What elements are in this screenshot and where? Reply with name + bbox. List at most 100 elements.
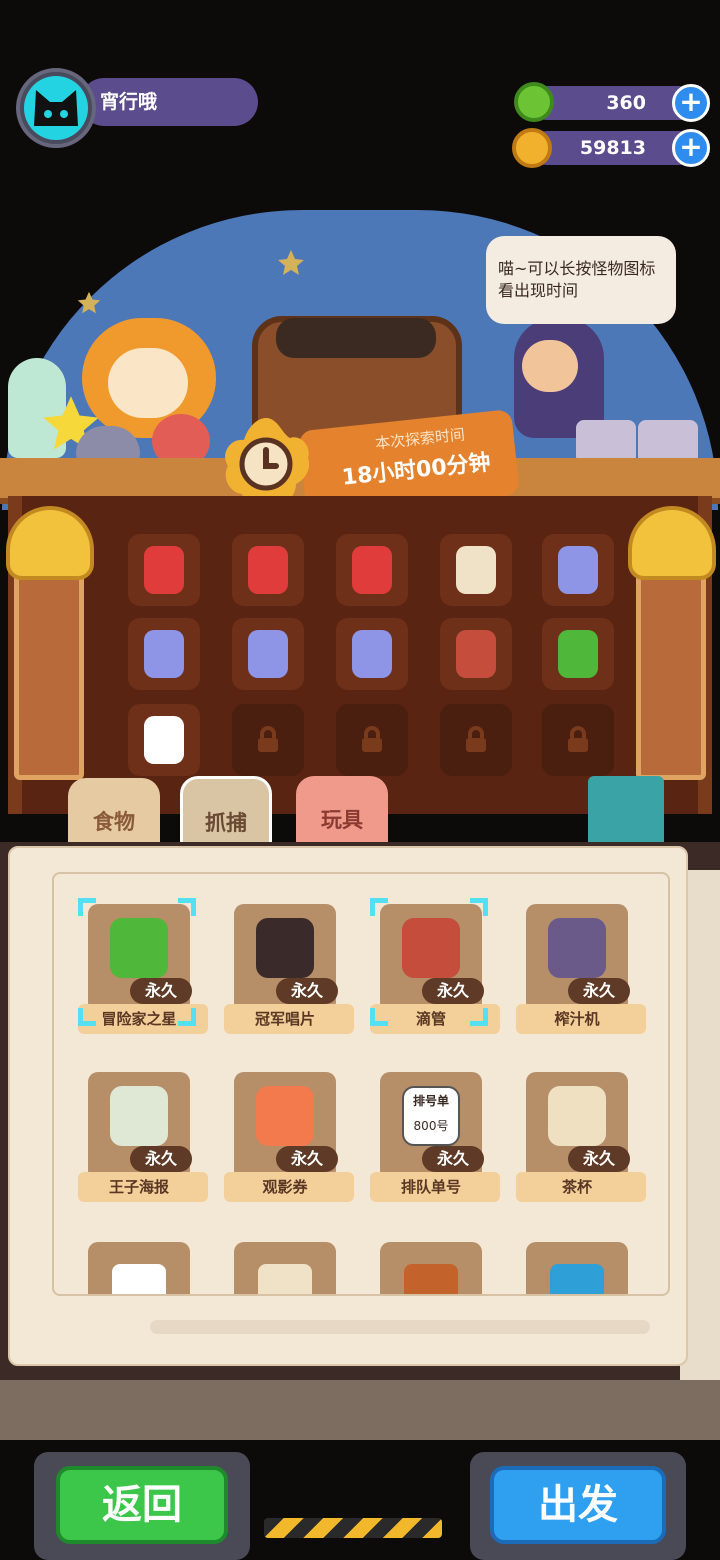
star-icon: [278, 250, 304, 275]
star-icon: [77, 291, 101, 314]
permanent-badge: 永久: [130, 1146, 192, 1172]
go-button-label: 出发: [538, 1482, 618, 1528]
player-name-text: 宵行哦: [100, 91, 158, 113]
item-card[interactable]: 永久 榨汁机: [516, 904, 646, 1034]
selection-corner: [370, 898, 388, 916]
selection-corner: [470, 898, 488, 916]
whale-toy-icon: [550, 1264, 604, 1294]
selection-corner: [78, 1008, 96, 1026]
fried-chicken-bucket-icon: [352, 546, 392, 594]
speech-bubble: 喵~可以长按怪物图标看出现时间: [486, 236, 676, 324]
tab-toys-label: 玩具: [321, 808, 363, 832]
backpack-slot[interactable]: [336, 534, 408, 606]
black-cat-face: [522, 340, 578, 392]
tab-food-label: 食物: [93, 810, 135, 834]
coin-count: 59813: [579, 137, 646, 159]
teacup-icon: [548, 1086, 606, 1146]
permanent-badge: 永久: [422, 1146, 484, 1172]
item-card-partial[interactable]: [88, 1242, 190, 1294]
item-card[interactable]: 永久 茶杯: [516, 1072, 646, 1202]
back-button-label: 返回: [102, 1482, 182, 1528]
page-footer-line: [150, 1320, 650, 1334]
book-base: [0, 1380, 720, 1440]
backpack-slot[interactable]: [440, 704, 512, 776]
adventurer-star-icon: [110, 918, 168, 978]
lock-icon: [232, 726, 304, 754]
movie-ticket-icon: [256, 1086, 314, 1146]
gem-count: 360: [606, 92, 646, 114]
ticket-note-icon: [258, 1264, 312, 1294]
green-gem-icon: [514, 82, 554, 122]
back-button[interactable]: 返回: [56, 1466, 228, 1544]
lion-cat-face: [108, 348, 188, 418]
selection-corner: [178, 1008, 196, 1026]
item-card[interactable]: 排号单 800号永久排队单号: [370, 1072, 500, 1202]
item-name: 王子海报: [108, 1178, 169, 1196]
add-coins-button[interactable]: +: [672, 129, 710, 167]
item-list[interactable]: 永久 冒险家之星 永久 冠军唱片 永久 滴管 永久 榨汁机 永久 王子海报 永久 观影券 排号单 800号…: [52, 872, 670, 1296]
potion-bottle-icon: [558, 546, 598, 594]
permanent-badge: 永久: [276, 1146, 338, 1172]
backpack-slot[interactable]: [440, 534, 512, 606]
poster-icon: [110, 1086, 168, 1146]
bookmark-ribbon[interactable]: [588, 776, 664, 846]
permanent-badge: 永久: [276, 978, 338, 1004]
queue-ticket-title: 排号单: [412, 1094, 449, 1108]
adventurer-star-icon: [558, 630, 598, 678]
item-card[interactable]: 永久王子海报: [78, 1072, 208, 1202]
dropper-icon: [456, 630, 496, 678]
item-card[interactable]: 永久冠军唱片: [224, 904, 354, 1034]
record-icon: [256, 918, 314, 978]
backpack-slot[interactable]: [128, 534, 200, 606]
tab-toys[interactable]: 玩具: [296, 776, 388, 850]
backpack-slot[interactable]: [542, 704, 614, 776]
item-card[interactable]: 永久 滴管: [370, 898, 500, 1034]
item-name: 排队单号: [400, 1178, 461, 1196]
lock-icon: [440, 726, 512, 754]
backpack-slot[interactable]: [440, 618, 512, 690]
hazard-stripe: [264, 1518, 442, 1538]
backpack-slot[interactable]: [232, 534, 304, 606]
item-name: 冠军唱片: [254, 1010, 315, 1028]
queue-ticket-number: 800号: [413, 1119, 449, 1133]
lock-icon: [542, 726, 614, 754]
heart-card-icon: [144, 716, 184, 764]
go-button[interactable]: 出发: [490, 1466, 666, 1544]
item-card-partial[interactable]: [526, 1242, 628, 1294]
permanent-badge: 永久: [568, 978, 630, 1004]
speech-text: 喵~可以长按怪物图标看出现时间: [498, 259, 656, 300]
selection-corner: [470, 1008, 488, 1026]
backpack-slot[interactable]: [128, 618, 200, 690]
backpack-slot[interactable]: [542, 618, 614, 690]
item-card-partial[interactable]: [234, 1242, 336, 1294]
item-name: 观影券: [262, 1178, 308, 1196]
tab-capture-label: 抓捕: [205, 811, 247, 835]
item-card[interactable]: 永久 冒险家之星: [78, 898, 208, 1034]
backpack-strap: [276, 318, 436, 358]
queue-ticket-icon: 排号单 800号: [402, 1086, 460, 1146]
permanent-badge: 永久: [568, 1146, 630, 1172]
gold-planet-icon: [512, 128, 552, 168]
lock-icon: [336, 726, 408, 754]
backpack-slot[interactable]: [128, 704, 200, 776]
backpack-slot[interactable]: [336, 704, 408, 776]
permanent-badge: 永久: [422, 978, 484, 1004]
tab-food[interactable]: 食物: [68, 778, 160, 852]
item-card-partial[interactable]: [380, 1242, 482, 1294]
player-name: 宵行哦: [80, 78, 258, 126]
cat-face-icon: [34, 90, 78, 126]
tab-capture[interactable]: 抓捕: [180, 776, 272, 850]
add-gems-button[interactable]: +: [672, 84, 710, 122]
backpack-slot[interactable]: [232, 704, 304, 776]
potion-bottle-icon: [248, 630, 288, 678]
backpack-slot[interactable]: [336, 618, 408, 690]
ticket-note-icon: [456, 546, 496, 594]
backpack-slot[interactable]: [232, 618, 304, 690]
juicer-icon: [548, 918, 606, 978]
item-card[interactable]: 永久观影券: [224, 1072, 354, 1202]
backpack-slot[interactable]: [542, 534, 614, 606]
dropper-icon: [404, 1264, 458, 1294]
selection-corner: [178, 898, 196, 916]
avatar[interactable]: [24, 76, 88, 140]
potion-bottle-icon: [352, 630, 392, 678]
